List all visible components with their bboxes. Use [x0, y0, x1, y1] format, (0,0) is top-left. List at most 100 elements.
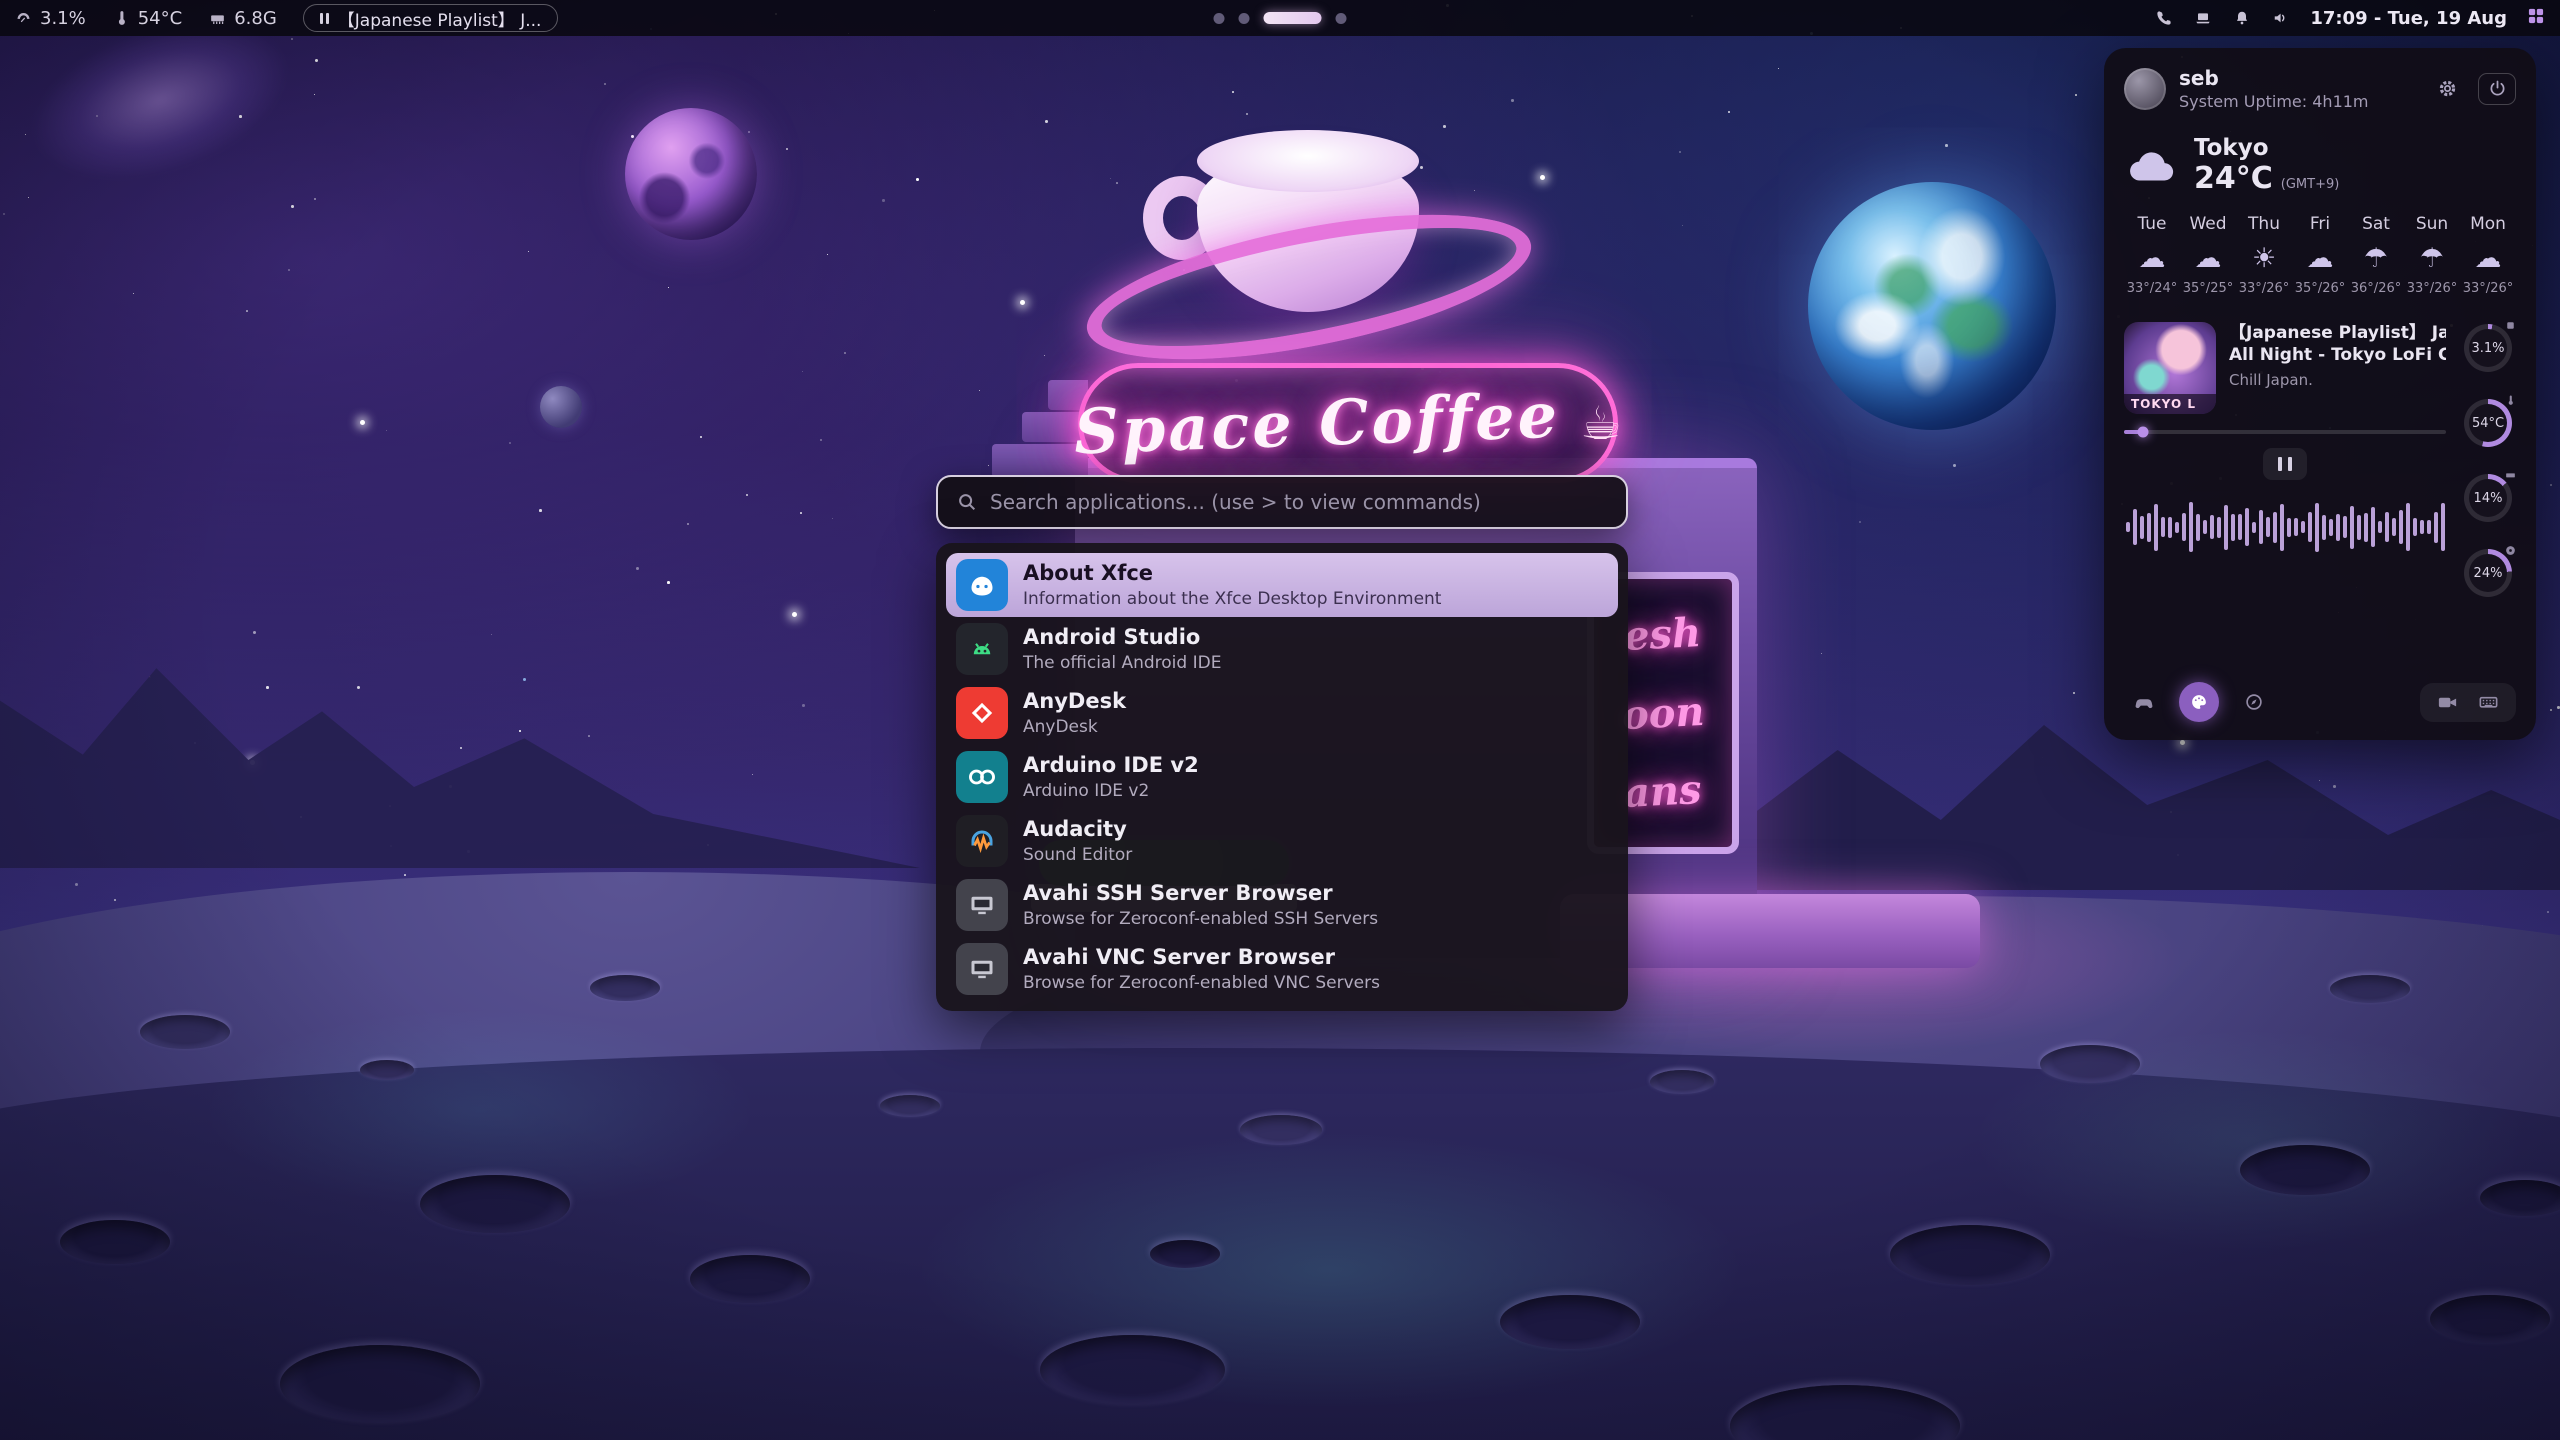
disk-gauge: 24%	[2464, 549, 2512, 597]
temperature-gauge: 54°C	[2464, 399, 2512, 447]
gamepad-icon	[2133, 691, 2155, 713]
forecast-day: Sun☂33°/26°	[2404, 214, 2460, 296]
waveform-bar	[2154, 504, 2158, 551]
window-neon-text: esh	[1623, 609, 1702, 660]
waveform-bar	[2238, 514, 2242, 540]
forecast-day: Mon☁33°/26°	[2460, 214, 2516, 296]
album-caption: TOKYO L	[2124, 394, 2216, 414]
waveform-bar	[2161, 517, 2165, 537]
app-title: Audacity	[1023, 817, 1132, 841]
bell-icon[interactable]	[2232, 8, 2252, 28]
gear-icon	[2437, 78, 2458, 99]
launcher-item-avahi-vnc[interactable]: Avahi VNC Server Browser Browse for Zero…	[946, 937, 1618, 1001]
waveform-bar	[2413, 518, 2417, 536]
avatar[interactable]	[2124, 68, 2166, 110]
forecast-day: Wed☁35°/25°	[2180, 214, 2236, 296]
waveform-bar	[2126, 522, 2130, 532]
desktop: esh oon ans Space Coffee 3.1%	[0, 0, 2560, 1440]
waveform-bar	[2203, 520, 2207, 534]
launcher-item-avahi-ssh[interactable]: Avahi SSH Server Browser Browse for Zero…	[946, 873, 1618, 937]
waveform-bar	[2168, 517, 2172, 538]
launcher-item-arduino-ide[interactable]: Arduino IDE v2 Arduino IDE v2	[946, 745, 1618, 809]
progress-knob[interactable]	[2138, 427, 2149, 438]
thermometer-icon	[2504, 392, 2517, 411]
weather-icon: ☁	[2292, 243, 2348, 274]
window-neon-text: oon	[1621, 687, 1706, 738]
waveform-bar	[2434, 512, 2438, 543]
app-title: About Xfce	[1023, 561, 1441, 585]
cpu-gauge: 3.1%	[2464, 324, 2512, 372]
track-progress-bar[interactable]	[2124, 430, 2446, 434]
settings-button[interactable]	[2428, 73, 2466, 105]
app-title: Avahi SSH Server Browser	[1023, 881, 1378, 905]
volume-icon[interactable]	[2271, 8, 2291, 28]
workspace-dot-4[interactable]	[1336, 13, 1347, 24]
waveform-bar	[2182, 513, 2186, 541]
app-title: Arduino IDE v2	[1023, 753, 1199, 777]
gamepad-button[interactable]	[2124, 682, 2164, 722]
waveform-bar	[2322, 515, 2326, 540]
android-studio-app-icon	[956, 623, 1008, 675]
workspace-indicators	[1214, 0, 1347, 36]
app-subtitle: Information about the Xfce Desktop Envir…	[1023, 589, 1441, 609]
app-subtitle: Sound Editor	[1023, 845, 1132, 865]
phone-icon[interactable]	[2154, 8, 2174, 28]
anydesk-app-icon	[956, 687, 1008, 739]
keyboard-icon[interactable]	[2477, 691, 2500, 714]
waveform-bar	[2301, 521, 2305, 533]
window-neon-text: ans	[1623, 766, 1703, 817]
uptime-label: System Uptime: 4h11m	[2179, 92, 2369, 111]
waveform-bar	[2343, 516, 2347, 538]
power-button[interactable]	[2478, 73, 2516, 105]
waveform-bar	[2147, 513, 2151, 542]
temperature-widget: 54°C	[112, 8, 182, 29]
app-grid-icon[interactable]	[2526, 6, 2546, 26]
clock[interactable]: 17:09 - Tue, 19 Aug	[2310, 8, 2507, 29]
launcher-item-about-xfce[interactable]: About Xfce Information about the Xfce De…	[946, 553, 1618, 617]
launcher-item-anydesk[interactable]: AnyDesk AnyDesk	[946, 681, 1618, 745]
search-input[interactable]	[990, 490, 1608, 514]
theme-button[interactable]	[2179, 682, 2219, 722]
laptop-icon[interactable]	[2193, 8, 2213, 28]
workspace-dot-1[interactable]	[1214, 13, 1225, 24]
launcher-item-android-studio[interactable]: Android Studio The official Android IDE	[946, 617, 1618, 681]
avahi-vnc-app-icon	[956, 943, 1008, 995]
now-playing-label: 【Japanese Playlist】 J...	[338, 6, 542, 31]
waveform-bar	[2392, 518, 2396, 536]
waveform-bar	[2399, 510, 2403, 544]
launcher-search-box	[936, 475, 1628, 529]
waveform-bar	[2217, 517, 2221, 538]
saturn-cup-illustration	[1135, 128, 1485, 368]
top-status-bar: 3.1% 54°C 6.8G 【Japanese Playlist】 J...	[0, 0, 2560, 36]
system-gauges: 3.1% 54°C 14% 24%	[2460, 322, 2516, 664]
app-title: Avahi VNC Server Browser	[1023, 945, 1380, 969]
application-list: About Xfce Information about the Xfce De…	[936, 543, 1628, 1011]
application-launcher: About Xfce Information about the Xfce De…	[936, 475, 1628, 1011]
ram-icon	[2504, 467, 2517, 486]
pause-button[interactable]	[2263, 448, 2307, 480]
waveform-bar	[2266, 517, 2270, 537]
username: seb	[2179, 66, 2369, 90]
launcher-item-audacity[interactable]: Audacity Sound Editor	[946, 809, 1618, 873]
waveform-bar	[2252, 522, 2256, 533]
memory-widget: 6.8G	[208, 8, 277, 29]
waveform-bar	[2350, 506, 2354, 549]
waveform-bar	[2427, 520, 2431, 534]
sign-text: Space Coffee	[1073, 378, 1561, 468]
user-header: seb System Uptime: 4h11m	[2124, 66, 2516, 111]
waveform-bar	[2231, 514, 2235, 541]
screen-record-icon[interactable]	[2436, 691, 2459, 714]
compass-button[interactable]	[2234, 682, 2274, 722]
coffee-cup-icon	[1580, 396, 1621, 450]
workspace-active-pill[interactable]	[1264, 12, 1322, 24]
waveform-bar	[2378, 521, 2382, 533]
forecast-day: Tue☁33°/24°	[2124, 214, 2180, 296]
weather-icon: ☁	[2180, 243, 2236, 274]
waveform-bar	[2364, 513, 2368, 542]
app-title: AnyDesk	[1023, 689, 1126, 713]
weather-timezone: (GMT+9)	[2281, 177, 2340, 192]
workspace-dot-2[interactable]	[1239, 13, 1250, 24]
forecast-day: Thu☀33°/26°	[2236, 214, 2292, 296]
cpu-usage-value: 3.1%	[40, 8, 86, 29]
now-playing-widget[interactable]: 【Japanese Playlist】 J...	[303, 4, 559, 32]
